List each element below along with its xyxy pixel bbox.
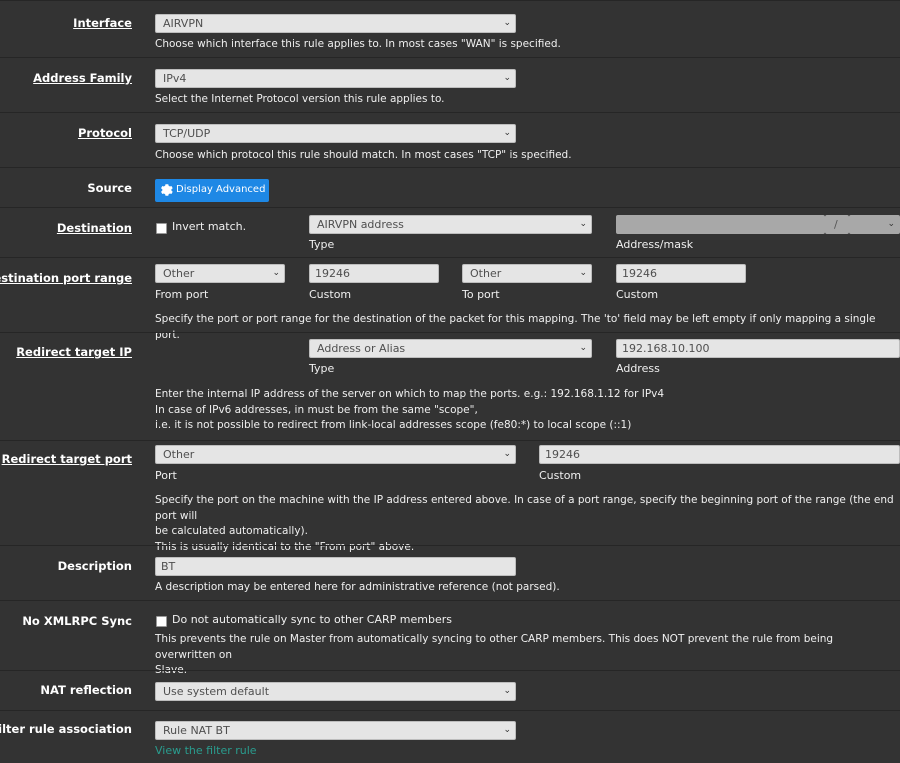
destination-mask-select[interactable]: ⌄ [849, 215, 900, 234]
xmlrpc-help-line-1: This prevents the rule on Master from au… [155, 633, 834, 661]
redirect-ip-help-line-3: i.e. it is not possible to redirect from… [155, 419, 632, 431]
description-input[interactable]: BT [155, 557, 516, 576]
redirect-port-value: Other [163, 448, 195, 461]
destination-port-range-row: Destination port range Other ⌄ From port… [0, 257, 900, 341]
redirect-ip-type-select[interactable]: Address or Alias ⌄ [309, 339, 592, 358]
protocol-help: Choose which protocol this rule should m… [155, 149, 572, 161]
address-family-select[interactable]: IPv4 ⌄ [155, 69, 516, 88]
chevron-down-icon: ⌄ [579, 343, 587, 353]
from-port-custom-input[interactable]: 19246 [309, 264, 439, 283]
filter-rule-label: Filter rule association [0, 722, 132, 736]
redirect-ip-address-caption: Address [616, 362, 660, 375]
protocol-select-value: TCP/UDP [163, 127, 211, 140]
redirect-ip-help: Enter the internal IP address of the ser… [155, 387, 664, 434]
address-family-help: Select the Internet Protocol version thi… [155, 93, 445, 105]
view-filter-rule-link[interactable]: View the filter rule [155, 744, 257, 757]
protocol-select[interactable]: TCP/UDP ⌄ [155, 124, 516, 143]
redirect-port-custom-value: 19246 [545, 448, 580, 461]
redirect-port-select[interactable]: Other ⌄ [155, 445, 516, 464]
xmlrpc-label: No XMLRPC Sync [22, 614, 132, 628]
filter-rule-row: Filter rule association Rule NAT BT ⌄ Vi… [0, 710, 900, 763]
xmlrpc-checkbox-label: Do not automatically sync to other CARP … [172, 613, 452, 626]
interface-label[interactable]: Interface [73, 16, 132, 30]
destination-address-caption: Address/mask [616, 238, 694, 251]
redirect-port-row: Redirect target port Other ⌄ Port 19246 … [0, 440, 900, 553]
redirect-port-label[interactable]: Redirect target port [2, 452, 132, 466]
invert-match-label: Invert match. [172, 220, 247, 233]
chevron-down-icon: ⌄ [503, 686, 511, 696]
gear-icon [161, 184, 173, 196]
redirect-port-help-line-1: Specify the port on the machine with the… [155, 494, 894, 522]
from-port-select[interactable]: Other ⌄ [155, 264, 285, 283]
redirect-ip-address-input[interactable]: 192.168.10.100 [616, 339, 900, 358]
from-port-value: Other [163, 267, 195, 280]
nat-reflection-row: NAT reflection Use system default ⌄ [0, 670, 900, 710]
to-port-caption: To port [462, 288, 500, 301]
to-port-custom-caption: Custom [616, 288, 659, 301]
source-label: Source [87, 181, 132, 195]
interface-select-value: AIRVPN [163, 17, 204, 30]
to-port-custom-input[interactable]: 19246 [616, 264, 746, 283]
filter-rule-select[interactable]: Rule NAT BT ⌄ [155, 721, 516, 740]
destination-row: Destination Invert match. AIRVPN address… [0, 207, 900, 257]
chevron-down-icon: ⌄ [887, 219, 895, 229]
description-help: A description may be entered here for ad… [155, 581, 560, 593]
from-port-custom-value: 19246 [315, 267, 350, 280]
destination-type-caption: Type [309, 238, 335, 251]
from-port-caption: From port [155, 288, 209, 301]
destination-mask-separator: / [825, 215, 849, 234]
chevron-down-icon: ⌄ [503, 73, 511, 83]
mask-separator-text: / [834, 218, 838, 231]
redirect-port-caption: Port [155, 469, 177, 482]
interface-select[interactable]: AIRVPN ⌄ [155, 14, 516, 33]
chevron-down-icon: ⌄ [503, 449, 511, 459]
destination-label[interactable]: Destination [57, 221, 132, 235]
address-family-label[interactable]: Address Family [33, 71, 132, 85]
display-advanced-label: Display Advanced [176, 184, 266, 195]
chevron-down-icon: ⌄ [503, 18, 511, 28]
redirect-ip-help-line-1: Enter the internal IP address of the ser… [155, 388, 665, 400]
port-forward-form: Interface AIRVPN ⌄ Choose which interfac… [0, 0, 900, 763]
nat-reflection-label: NAT reflection [40, 683, 132, 697]
redirect-port-custom-input[interactable]: 19246 [539, 445, 900, 464]
interface-help: Choose which interface this rule applies… [155, 38, 561, 50]
xmlrpc-checkbox[interactable] [156, 616, 167, 627]
destination-address-input[interactable] [616, 215, 825, 234]
invert-match-checkbox[interactable] [156, 223, 167, 234]
destination-port-range-label[interactable]: Destination port range [0, 271, 132, 285]
redirect-ip-help-line-2: In case of IPv6 addresses, in must be fr… [155, 403, 478, 416]
xmlrpc-row: No XMLRPC Sync Do not automatically sync… [0, 600, 900, 676]
nat-reflection-select[interactable]: Use system default ⌄ [155, 682, 516, 701]
destination-type-value: AIRVPN address [317, 218, 404, 231]
chevron-down-icon: ⌄ [503, 725, 511, 735]
redirect-ip-type-value: Address or Alias [317, 342, 406, 355]
filter-rule-value: Rule NAT BT [163, 724, 230, 737]
to-port-select[interactable]: Other ⌄ [462, 264, 592, 283]
interface-row: Interface AIRVPN ⌄ Choose which interfac… [0, 0, 900, 57]
redirect-ip-label[interactable]: Redirect target IP [16, 345, 132, 359]
source-row: Source Display Advanced [0, 167, 900, 207]
redirect-port-custom-caption: Custom [539, 469, 582, 482]
redirect-ip-row: Redirect target IP Address or Alias ⌄ Ty… [0, 332, 900, 440]
description-value: BT [161, 560, 176, 573]
to-port-custom-value: 19246 [622, 267, 657, 280]
to-port-value: Other [470, 267, 502, 280]
protocol-row: Protocol TCP/UDP ⌄ Choose which protocol… [0, 112, 900, 167]
redirect-ip-type-caption: Type [309, 362, 335, 375]
nat-reflection-value: Use system default [163, 685, 270, 698]
address-family-row: Address Family IPv4 ⌄ Select the Interne… [0, 57, 900, 112]
description-row: Description BT A description may be ente… [0, 545, 900, 600]
redirect-ip-address-value: 192.168.10.100 [622, 342, 710, 355]
chevron-down-icon: ⌄ [579, 268, 587, 278]
description-label: Description [57, 559, 132, 573]
from-port-custom-caption: Custom [309, 288, 352, 301]
display-advanced-button[interactable]: Display Advanced [155, 179, 270, 202]
destination-type-select[interactable]: AIRVPN address ⌄ [309, 215, 592, 234]
redirect-port-help-line-2: be calculated automatically). [155, 525, 308, 537]
chevron-down-icon: ⌄ [579, 219, 587, 229]
address-family-select-value: IPv4 [163, 72, 187, 85]
chevron-down-icon: ⌄ [272, 268, 280, 278]
chevron-down-icon: ⌄ [503, 128, 511, 138]
protocol-label[interactable]: Protocol [78, 126, 132, 140]
